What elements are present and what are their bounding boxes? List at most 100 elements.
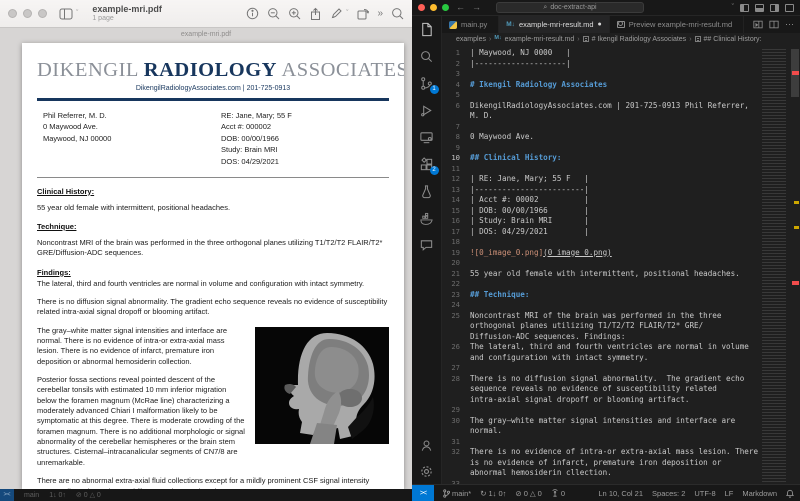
markup-pencil-icon[interactable]	[330, 7, 343, 20]
editor-line[interactable]: 3	[442, 69, 758, 80]
tab-dirty-indicator[interactable]: ●	[598, 21, 602, 28]
editor-line[interactable]: 10 ## Clinical History:	[442, 153, 758, 164]
editor-line[interactable]: 22	[442, 279, 758, 290]
zoom-in-icon[interactable]	[288, 7, 301, 20]
toggle-secondary-sidebar-icon[interactable]	[770, 4, 779, 12]
editor-line[interactable]: 23 ## Technique:	[442, 290, 758, 301]
editor-line[interactable]: 7	[442, 122, 758, 133]
editor-line[interactable]: Diffusion-ADC sequences. Findings:	[442, 332, 758, 343]
editor-tab[interactable]: Preview example-mri-result.md	[610, 16, 744, 33]
editor-line[interactable]: abnormal hemosiderin cllection.	[442, 468, 758, 479]
problems-status[interactable]: ⊘ 0 △ 0	[515, 489, 541, 498]
editor-line[interactable]: orthogonal planes utilizing T1/T2/T2 FLA…	[442, 321, 758, 332]
editor-line[interactable]: 13 |------------------------|	[442, 185, 758, 196]
editor-line[interactable]: 30 The gray–white matter signal intensit…	[442, 416, 758, 427]
nav-forward-icon[interactable]: →	[472, 3, 481, 12]
editor-line[interactable]: 25 Noncontrast MRI of the brain was perf…	[442, 311, 758, 322]
customize-layout-icon[interactable]	[785, 4, 794, 12]
indentation[interactable]: Spaces: 2	[652, 489, 685, 498]
editor-line[interactable]: and configuration with intact symmetry.	[442, 353, 758, 364]
editor-line[interactable]: is no evidence of infarct, premature iro…	[442, 458, 758, 469]
editor-line[interactable]: 20	[442, 258, 758, 269]
editor-pane[interactable]: 1 | Maywood, NJ 0000 | 2 |--------------…	[442, 45, 800, 484]
remote-indicator[interactable]: ><	[412, 485, 434, 501]
search-icon[interactable]	[418, 47, 436, 65]
toolbar-overflow-icon[interactable]: »	[377, 8, 383, 19]
editor-line[interactable]: 17 | DOS: 04/29/2021 |	[442, 227, 758, 238]
editor-line[interactable]: 26 The lateral, third and fourth ventric…	[442, 342, 758, 353]
breadcrumb-item[interactable]: › ## Clinical History:	[689, 36, 761, 43]
command-center-search[interactable]: ⌕ doc-extract-api	[496, 2, 644, 13]
breadcrumb-item[interactable]: › example-mri-result.md	[489, 36, 574, 43]
search-icon[interactable]	[391, 7, 404, 20]
split-editor-icon[interactable]	[769, 20, 779, 29]
editor-scrollbar[interactable]	[790, 45, 800, 484]
ports-status[interactable]: 0	[551, 489, 565, 498]
minimap[interactable]	[760, 45, 790, 484]
editor-line[interactable]: normal.	[442, 426, 758, 437]
run-debug-icon[interactable]	[418, 101, 436, 119]
sync-status[interactable]: ↻ 1↓ 0↑	[480, 489, 506, 498]
editor-line[interactable]: 16 | Study: Brain MRI |	[442, 216, 758, 227]
editor-line[interactable]: 6 DikengilRadiologyAssociates.com | 201-…	[442, 101, 758, 112]
editor-line[interactable]: 11	[442, 164, 758, 175]
editor-line[interactable]: 9	[442, 143, 758, 154]
extensions-badge: 2	[430, 166, 439, 175]
markup-chevron-icon[interactable]: ˇ	[346, 10, 348, 17]
editor-tab[interactable]: example-mri-result.md ●	[499, 16, 610, 33]
settings-gear-icon[interactable]	[418, 462, 436, 480]
breadcrumb-item[interactable]: examples	[450, 36, 486, 43]
explorer-icon[interactable]	[418, 20, 436, 38]
zoom-out-icon[interactable]	[267, 7, 280, 20]
docker-icon[interactable]	[418, 209, 436, 227]
copilot-menu-icon[interactable]: ˇ	[732, 4, 734, 11]
editor-line[interactable]: 5	[442, 90, 758, 101]
editor-line[interactable]: 4 # Ikengil Radiology Associates	[442, 80, 758, 91]
editor-line[interactable]: 21 55 year old female with intermittent,…	[442, 269, 758, 280]
editor-tab[interactable]: main.py	[442, 16, 499, 33]
chat-icon[interactable]	[418, 236, 436, 254]
share-icon[interactable]	[309, 7, 322, 21]
nav-back-icon[interactable]: ←	[456, 3, 465, 12]
breadcrumb-item[interactable]: › # Ikengil Radiology Associates	[577, 36, 686, 43]
accounts-icon[interactable]	[418, 436, 436, 454]
window-controls[interactable]	[418, 4, 449, 11]
testing-icon[interactable]	[418, 182, 436, 200]
editor-line[interactable]: 19 ![0_image_0.png] (0_image_0.png)	[442, 248, 758, 259]
editor-line[interactable]: 32 There is no evidence of intra-or extr…	[442, 447, 758, 458]
sidebar-chevron-icon[interactable]: ˇ	[76, 10, 78, 17]
source-control-icon[interactable]: 1	[418, 74, 436, 92]
editor-line[interactable]: 8 0 Maywood Ave.	[442, 132, 758, 143]
encoding[interactable]: UTF-8	[694, 489, 715, 498]
editor-line[interactable]: 12 | RE: Jane, Mary; 55 F |	[442, 174, 758, 185]
window-controls[interactable]	[8, 9, 47, 18]
editor-line[interactable]: 33	[442, 479, 758, 485]
info-icon[interactable]	[246, 7, 259, 20]
editor-line[interactable]: 27	[442, 363, 758, 374]
toggle-sidebar-icon[interactable]	[740, 4, 749, 12]
editor-line[interactable]: 29	[442, 405, 758, 416]
notifications-bell-icon[interactable]	[786, 489, 794, 498]
editor-line[interactable]: 31	[442, 437, 758, 448]
remote-explorer-icon[interactable]	[418, 128, 436, 146]
editor-line[interactable]: 1 | Maywood, NJ 0000 |	[442, 48, 758, 59]
editor-line[interactable]: 15 | DOB: 00/00/1966 |	[442, 206, 758, 217]
editor-line[interactable]: 18	[442, 237, 758, 248]
rotate-icon[interactable]	[356, 7, 369, 20]
editor-line[interactable]: 24	[442, 300, 758, 311]
toggle-panel-icon[interactable]	[755, 4, 764, 12]
branch-status[interactable]: main*	[443, 489, 471, 498]
sidebar-toggle-icon[interactable]	[59, 8, 73, 20]
extensions-icon[interactable]: 2	[418, 155, 436, 173]
editor-line[interactable]: 28 There is no diffusion signal abnormal…	[442, 374, 758, 385]
editor-line[interactable]: M. D.	[442, 111, 758, 122]
editor-line[interactable]: 14 | Acct #: 00002 |	[442, 195, 758, 206]
tab-overflow-icon[interactable]: ⋯	[785, 19, 794, 30]
eol-sequence[interactable]: LF	[725, 489, 734, 498]
editor-line[interactable]: intra-axial signal dropoff or blooming a…	[442, 395, 758, 406]
language-mode[interactable]: Markdown	[742, 489, 777, 498]
editor-line[interactable]: sequence reveals no evidence of suscepti…	[442, 384, 758, 395]
cursor-position[interactable]: Ln 10, Col 21	[598, 489, 643, 498]
editor-line[interactable]: 2 |--------------------|	[442, 59, 758, 70]
open-preview-side-icon[interactable]	[753, 20, 763, 29]
